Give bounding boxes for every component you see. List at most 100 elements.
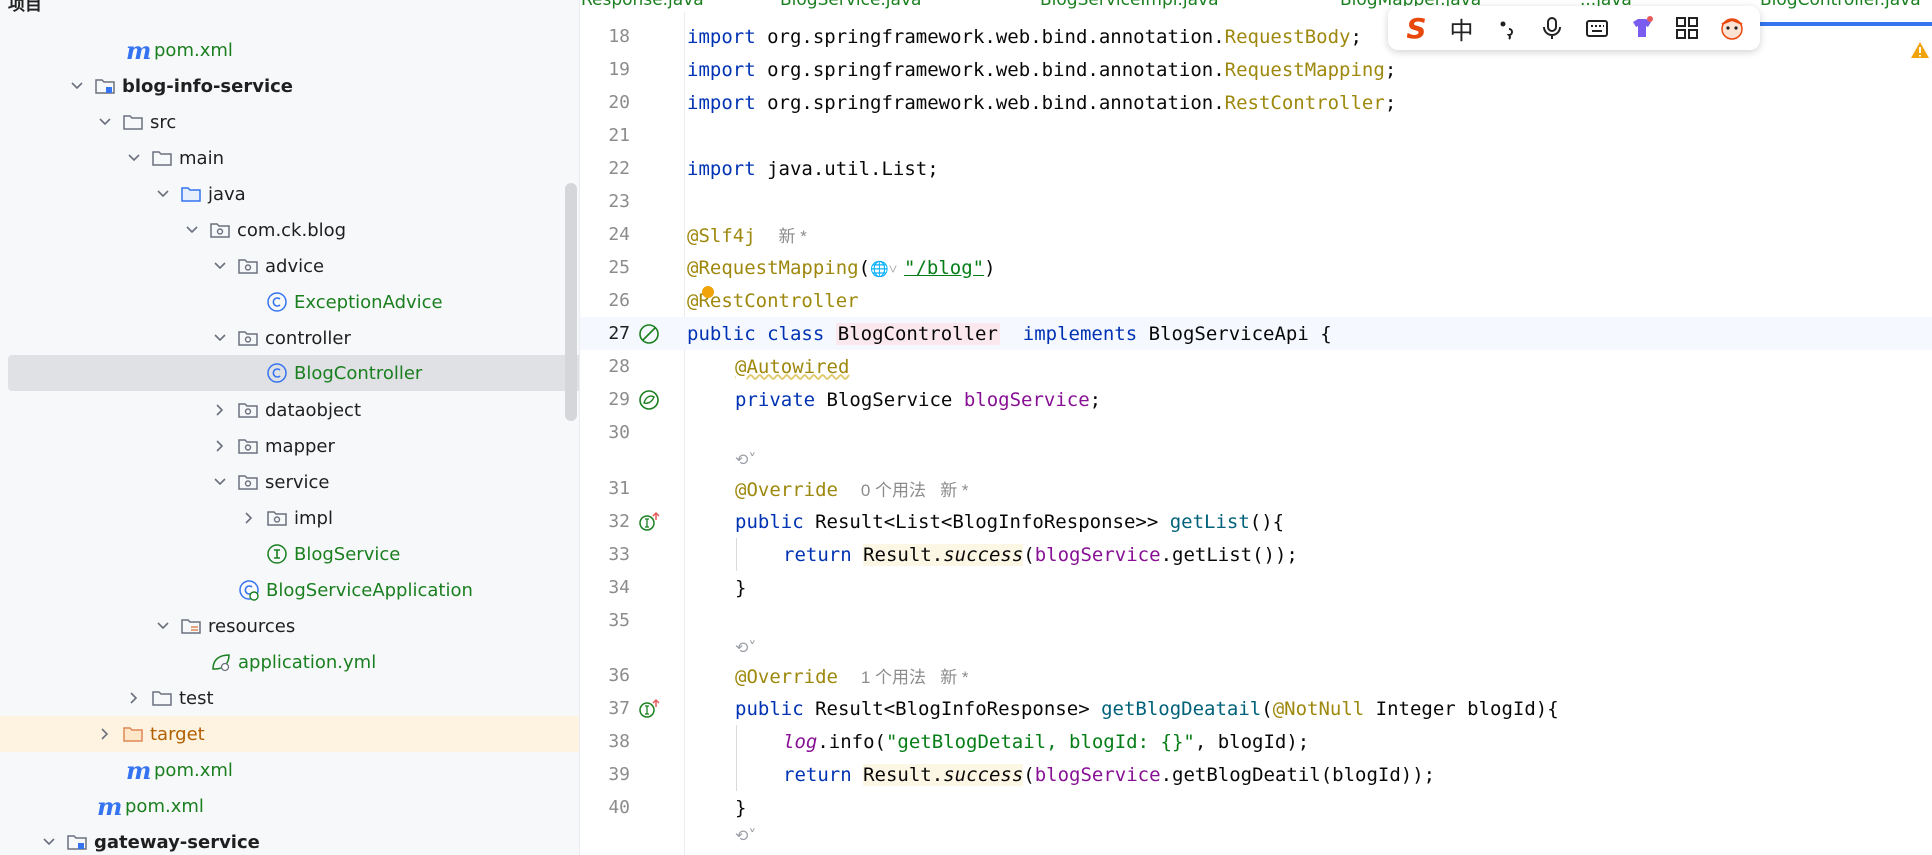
implements-method-icon[interactable]: [635, 695, 663, 723]
tree-item-pom-xml-2[interactable]: m pom.xml: [0, 752, 579, 788]
bean-icon[interactable]: [635, 386, 663, 414]
tab-response-java[interactable]: Response.java: [581, 0, 704, 10]
tree-item-blog-controller[interactable]: BlogController: [8, 355, 579, 391]
code-line-current: 27 public class BlogController implement…: [580, 317, 1932, 350]
spring-config-icon: [210, 651, 232, 673]
tree-item-resources[interactable]: resources: [0, 608, 579, 644]
tree-item-blog-service[interactable]: BlogService: [0, 536, 579, 572]
package-icon: [237, 471, 259, 493]
resources-folder-icon: [180, 615, 202, 637]
code-line: 21: [580, 119, 1932, 152]
chevron-right-icon[interactable]: [240, 509, 258, 527]
tree-item-label: target: [150, 723, 205, 745]
tree-item-label: controller: [265, 327, 351, 349]
bean-no-icon[interactable]: [635, 320, 663, 348]
mascot-icon[interactable]: [1714, 10, 1750, 46]
code-text: @Slf4j 新 *: [687, 225, 807, 247]
tree-item-dataobject[interactable]: dataobject: [0, 392, 579, 428]
code-line: 24 @Slf4j 新 *: [580, 218, 1932, 251]
tree-item-exception-advice[interactable]: ExceptionAdvice: [0, 284, 579, 320]
chevron-down-icon[interactable]: [154, 185, 172, 203]
project-panel-title[interactable]: 项目: [0, 0, 42, 15]
inlay-fold-hint[interactable]: ⟲˅: [580, 819, 1932, 851]
tree-item-target[interactable]: target: [0, 716, 579, 752]
chevron-right-icon[interactable]: [125, 689, 143, 707]
inlay-fold-hint[interactable]: ⟲˅: [580, 443, 1932, 475]
line-number: 36: [608, 665, 630, 686]
project-tree-panel: 项目 m pom.xml blog-info-service src main …: [0, 0, 580, 855]
tree-item-impl[interactable]: impl: [0, 500, 579, 536]
chevron-down-icon[interactable]: [68, 77, 86, 95]
line-number: 37: [608, 698, 630, 719]
tree-item-label: test: [179, 687, 214, 709]
chevron-down-icon[interactable]: [96, 113, 114, 131]
microphone-icon[interactable]: [1534, 10, 1570, 46]
tree-item-label: java: [208, 183, 246, 205]
chevron-down-icon[interactable]: [211, 473, 229, 491]
intention-bulb-icon[interactable]: [702, 286, 714, 298]
line-number: 29: [608, 389, 630, 410]
tree-item-controller[interactable]: controller: [0, 320, 579, 356]
tree-item-test[interactable]: test: [0, 680, 579, 716]
tree-item-src[interactable]: src: [0, 104, 579, 140]
tree-item-main[interactable]: main: [0, 140, 579, 176]
warning-icon[interactable]: [1910, 40, 1930, 60]
author-hint: 新 *: [778, 227, 807, 246]
line-number: 23: [608, 191, 630, 212]
tree-item-com-ck-blog[interactable]: com.ck.blog: [0, 212, 579, 248]
chevron-right-icon[interactable]: [96, 725, 114, 743]
punctuation-icon[interactable]: [1489, 10, 1525, 46]
tree-item-label: resources: [208, 615, 296, 637]
tab-blogcontroller-java[interactable]: BlogController.java: [1760, 0, 1921, 10]
chevron-right-icon[interactable]: [211, 401, 229, 419]
tree-item-advice[interactable]: advice: [0, 248, 579, 284]
tree-item-pom-xml[interactable]: m pom.xml: [0, 32, 579, 68]
code-text: }: [735, 796, 747, 819]
line-number: 25: [608, 257, 630, 278]
skin-icon[interactable]: [1624, 10, 1660, 46]
chevron-down-icon[interactable]: [154, 617, 172, 635]
tree-item-label: BlogController: [294, 362, 423, 384]
maven-icon: m: [126, 35, 152, 65]
code-text: import java.util.List;: [687, 157, 939, 180]
tree-item-label: gateway-service: [94, 831, 260, 853]
tree-item-application-yml[interactable]: application.yml: [0, 644, 579, 680]
tree-item-service[interactable]: service: [0, 464, 579, 500]
code-line: 28 @Autowired: [580, 350, 1932, 383]
tree-item-pom-xml-3[interactable]: m pom.xml: [0, 788, 579, 824]
chevron-down-icon[interactable]: [183, 221, 201, 239]
chevron-down-icon[interactable]: [40, 833, 58, 851]
tab-blogserviceimpl-java[interactable]: BlogServiceImpl.java: [1040, 0, 1219, 10]
code-text: return Result.success(blogService.getBlo…: [783, 763, 1436, 786]
tree-item-blog-service-application[interactable]: BlogServiceApplication: [0, 572, 579, 608]
tab-blogservice-java[interactable]: BlogService.java: [780, 0, 921, 10]
line-number: 19: [608, 59, 630, 80]
keyboard-icon[interactable]: [1579, 10, 1615, 46]
code-line: 39 return Result.success(blogService.get…: [580, 758, 1932, 791]
chinese-mode-button[interactable]: 中: [1444, 10, 1480, 46]
package-icon: [237, 399, 259, 421]
excluded-folder-icon: [122, 723, 144, 745]
tree-item-mapper[interactable]: mapper: [0, 428, 579, 464]
apps-grid-icon[interactable]: [1669, 10, 1705, 46]
tree-item-label: BlogService: [294, 543, 401, 565]
sogou-logo-icon[interactable]: S: [1399, 10, 1435, 46]
tree-scrollbar[interactable]: [565, 183, 577, 421]
chevron-right-icon[interactable]: [211, 437, 229, 455]
tree-item-gateway-service[interactable]: gateway-service: [0, 824, 579, 855]
code-line: 38 log.info("getBlogDetail, blogId: {}",…: [580, 725, 1932, 758]
implements-method-icon[interactable]: [635, 508, 663, 536]
spring-boot-class-icon: [238, 579, 260, 601]
globe-icon: 🌐˅: [870, 259, 898, 278]
tree-item-label: pom.xml: [125, 795, 204, 817]
code-editor[interactable]: 18 import org.springframework.web.bind.a…: [580, 0, 1932, 855]
tree-item-java[interactable]: java: [0, 176, 579, 212]
tree-item-blog-info-service[interactable]: blog-info-service: [0, 68, 579, 104]
module-folder-icon: [66, 831, 88, 853]
chevron-down-icon[interactable]: [211, 257, 229, 275]
chevron-down-icon[interactable]: [211, 329, 229, 347]
tree-item-label: src: [150, 111, 177, 133]
chevron-down-icon[interactable]: [125, 149, 143, 167]
code-text: public class BlogController implements B…: [687, 322, 1332, 345]
line-number: 22: [608, 158, 630, 179]
